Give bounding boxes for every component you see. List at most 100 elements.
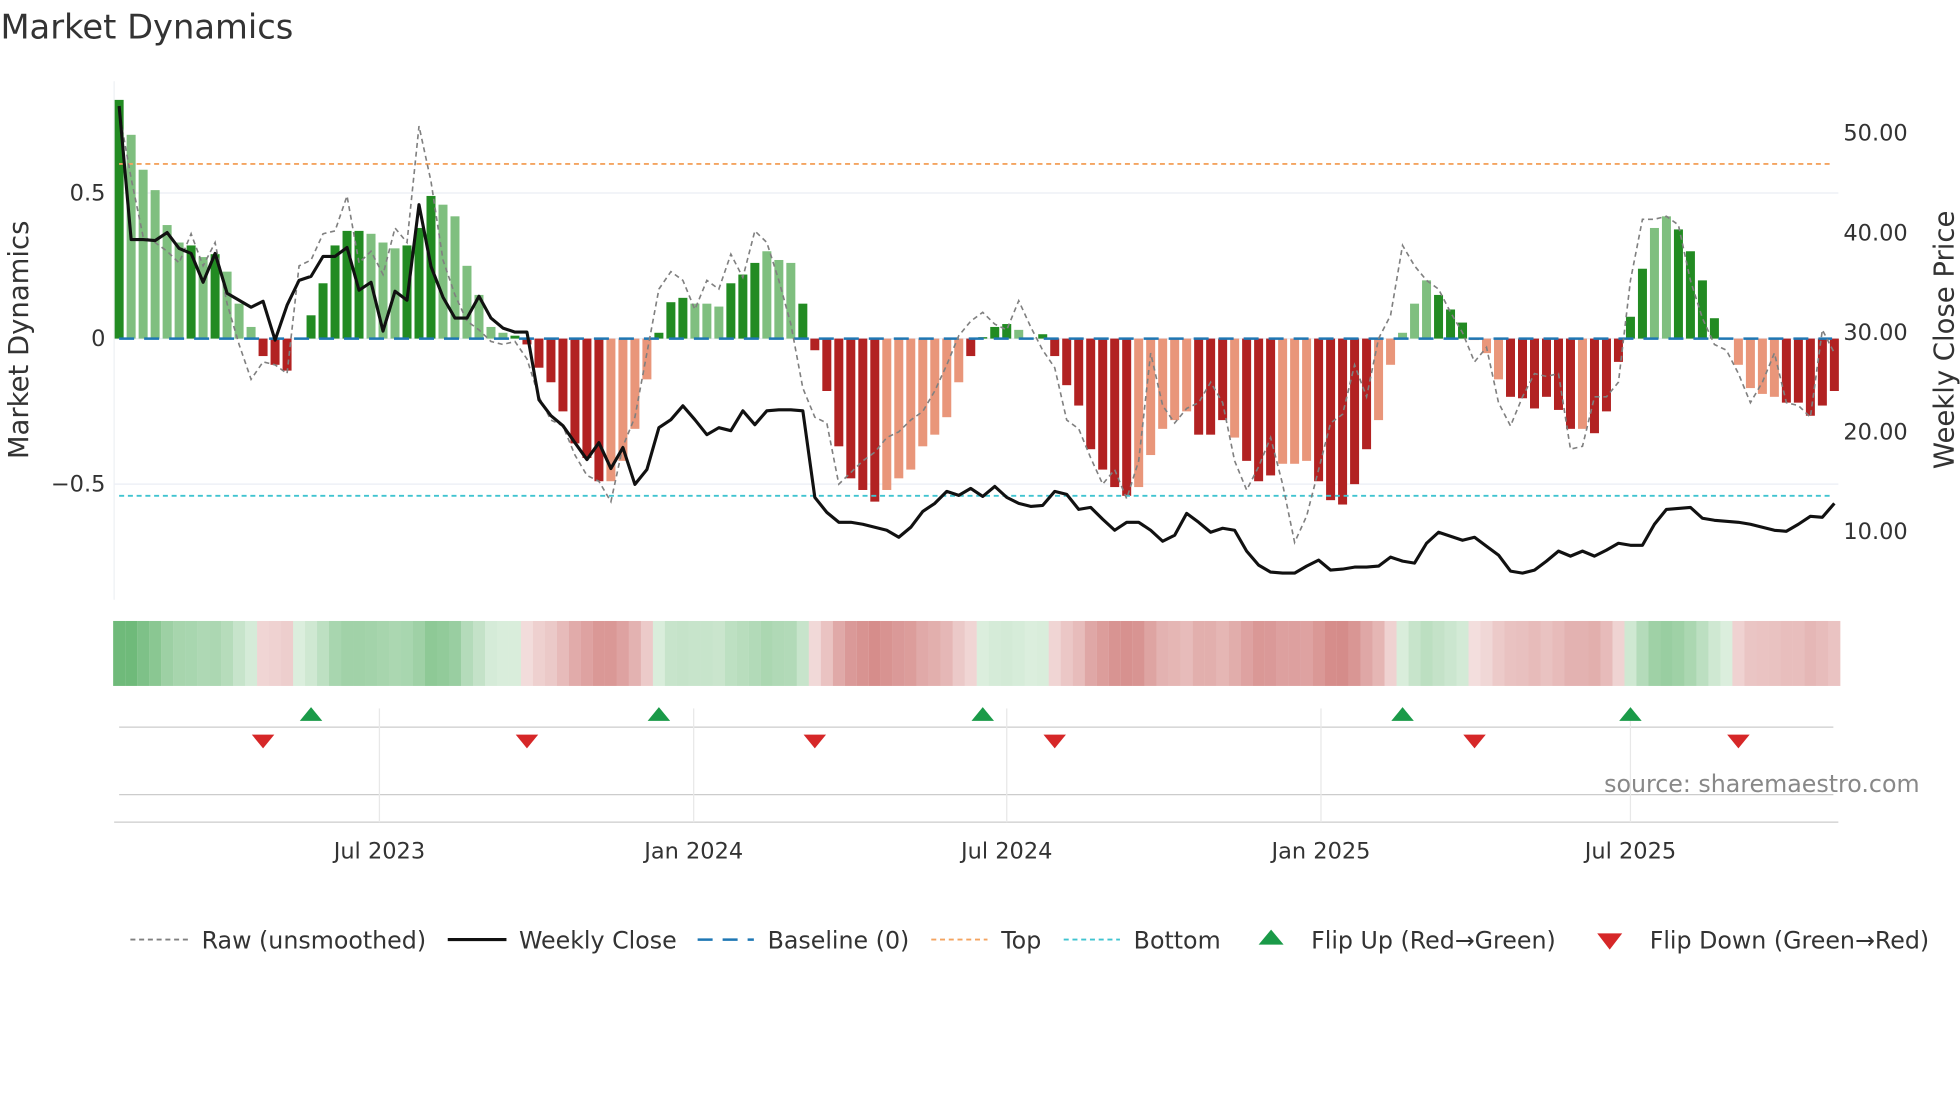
strip-cell — [1348, 620, 1361, 686]
bar — [1805, 338, 1815, 416]
strip-cell — [1360, 620, 1373, 686]
strip-cell — [329, 620, 342, 686]
legend-baseline: Baseline (0) — [768, 926, 910, 954]
bar — [1002, 324, 1012, 339]
strip-cell — [1504, 620, 1517, 686]
flip-up-marker — [971, 707, 994, 721]
strip-cell — [1300, 620, 1313, 686]
strip-cell — [1204, 620, 1217, 686]
bar — [1110, 338, 1120, 488]
bar — [1745, 338, 1755, 389]
bar — [894, 338, 904, 479]
legend-raw: Raw (unsmoothed) — [202, 926, 426, 954]
bar — [1242, 338, 1252, 461]
flip-down-marker — [515, 734, 539, 749]
strip-cell — [113, 620, 126, 686]
strip-cell — [1168, 620, 1181, 686]
strip-cell — [1816, 620, 1829, 686]
bar — [1709, 318, 1719, 339]
strip-cell — [640, 620, 653, 686]
bar — [666, 302, 676, 339]
strip-cell — [880, 620, 893, 686]
strip-cell — [1480, 620, 1493, 686]
bar — [870, 338, 880, 502]
strip-cell — [1732, 620, 1745, 686]
strip-cell — [269, 620, 282, 686]
bar — [138, 169, 148, 339]
strip-cell — [1444, 620, 1457, 686]
bar — [834, 338, 844, 447]
strip-cell — [1000, 620, 1013, 686]
strip-cell — [688, 620, 701, 686]
strip-cell — [221, 620, 234, 686]
bar — [1194, 338, 1204, 435]
strip-cell — [808, 620, 821, 686]
strip-cell — [1384, 620, 1397, 686]
bar — [1757, 338, 1767, 394]
strip-cell — [341, 620, 354, 686]
bar — [1218, 338, 1228, 421]
bar — [690, 303, 700, 339]
bar — [1589, 338, 1599, 434]
strip-cell — [628, 620, 641, 686]
bar — [546, 338, 556, 383]
strip-cell — [1564, 620, 1577, 686]
bar — [1290, 338, 1300, 464]
strip-cell — [1660, 620, 1673, 686]
strip-cell — [233, 620, 246, 686]
strip-cell — [1036, 620, 1049, 686]
flip-up-marker — [299, 707, 323, 721]
strip-cell — [664, 620, 677, 686]
strip-cell — [1108, 620, 1121, 686]
strip-cell — [700, 620, 713, 686]
strip-cell — [556, 620, 569, 686]
strip-cell — [173, 620, 186, 686]
bar — [702, 303, 712, 339]
strip-cell — [1492, 620, 1505, 686]
strip-cell — [508, 620, 521, 686]
x-tick-label: Jan 2025 — [1270, 838, 1371, 864]
strip-cell — [197, 620, 210, 686]
bar — [1733, 338, 1743, 365]
strip-cell — [844, 620, 857, 686]
strip-cell — [1612, 620, 1625, 686]
strip-cell — [1756, 620, 1769, 686]
strip-cell — [736, 620, 749, 686]
strip-cell — [520, 620, 533, 686]
strip-cell — [1708, 620, 1721, 686]
bar — [162, 225, 172, 339]
strip-cell — [317, 620, 330, 686]
flip-up-marker — [1391, 707, 1414, 721]
bar — [942, 338, 952, 418]
strip-cell — [281, 620, 294, 686]
strip-cell — [1396, 620, 1409, 686]
strip-cell — [580, 620, 593, 686]
bar — [762, 251, 772, 339]
strip-cell — [1696, 620, 1709, 686]
strip-cell — [472, 620, 485, 686]
strip-cell — [137, 620, 150, 686]
strip-cell — [1528, 620, 1541, 686]
bar — [510, 335, 520, 339]
strip-cell — [868, 620, 881, 686]
bar — [726, 283, 736, 339]
strip-cell — [796, 620, 809, 686]
strip-cell — [532, 620, 545, 686]
bar — [1793, 338, 1803, 403]
flip-down-marker — [251, 734, 275, 749]
strip-cell — [1312, 620, 1325, 686]
bar — [1649, 227, 1659, 339]
bar — [414, 227, 424, 339]
bar — [846, 338, 856, 479]
strip-cell — [1588, 620, 1601, 686]
bar — [1338, 338, 1348, 505]
y-axis-label: Market Dynamics — [3, 221, 35, 460]
bar — [678, 297, 688, 339]
bar — [1182, 338, 1192, 412]
bar — [1386, 338, 1396, 365]
strip-cell — [928, 620, 941, 686]
strip-cell — [652, 620, 665, 686]
strip-cell — [293, 620, 306, 686]
strip-cell — [436, 620, 449, 686]
strip-cell — [1672, 620, 1685, 686]
